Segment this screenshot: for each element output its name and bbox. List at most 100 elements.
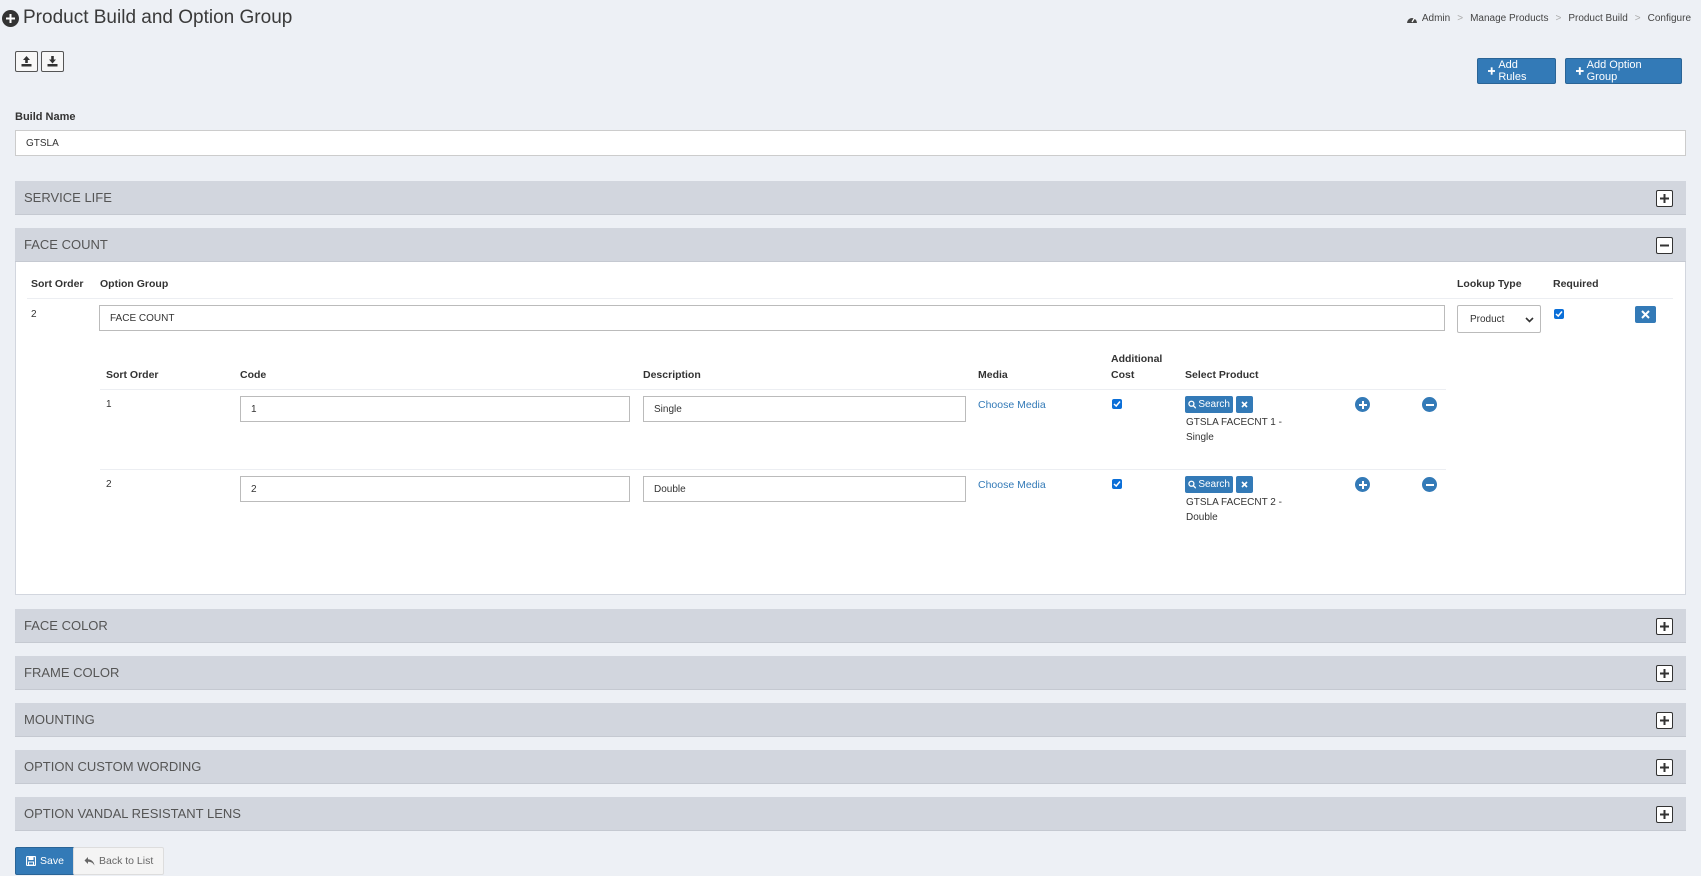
add-option-group-button[interactable]: Add Option Group: [1565, 58, 1682, 84]
breadcrumb-manage-products[interactable]: Manage Products: [1470, 13, 1548, 24]
header-select-product: Select Product: [1185, 369, 1259, 381]
header-option-group: Option Group: [100, 278, 169, 290]
reply-arrow-icon: [84, 857, 95, 866]
breadcrumb-admin[interactable]: Admin: [1422, 13, 1450, 24]
minus-icon: [1660, 244, 1669, 247]
plus-circle-icon: [2, 9, 19, 27]
selected-product-line: GTSLA FACECNT 2 -: [1186, 497, 1282, 508]
panel-face-color[interactable]: FACE COLOR: [15, 609, 1686, 643]
clear-product-button[interactable]: [1236, 396, 1253, 413]
panel-title: FRAME COLOR: [24, 665, 120, 680]
panel-mounting[interactable]: MOUNTING: [15, 703, 1686, 737]
choose-media-link[interactable]: Choose Media: [978, 399, 1046, 411]
option-code-input[interactable]: 2: [240, 476, 630, 502]
additional-cost-checkbox[interactable]: [1112, 399, 1122, 409]
page: Product Build and Option Group Admin > M…: [0, 0, 1701, 876]
collapse-button[interactable]: [1656, 237, 1673, 254]
search-product-button[interactable]: Search: [1185, 396, 1233, 413]
lookup-type-select[interactable]: Product: [1457, 305, 1541, 333]
option-description-input[interactable]: Double: [643, 476, 966, 502]
add-option-icon[interactable]: [1355, 477, 1370, 492]
panel-title: FACE COLOR: [24, 618, 108, 633]
required-checkbox[interactable]: [1554, 309, 1564, 319]
build-name-input[interactable]: GTSLA: [15, 130, 1686, 156]
divider: [100, 389, 1446, 390]
header-cost: Cost: [1111, 369, 1135, 381]
expand-button[interactable]: [1656, 190, 1673, 207]
clear-product-button[interactable]: [1236, 476, 1253, 493]
breadcrumb-separator: >: [1457, 13, 1464, 24]
expand-button[interactable]: [1656, 806, 1673, 823]
plus-icon: [1488, 67, 1496, 75]
header-lookup-type: Lookup Type: [1457, 278, 1522, 290]
check-icon: [1113, 481, 1121, 488]
option-group-input[interactable]: FACE COUNT: [99, 305, 1445, 331]
expand-button[interactable]: [1656, 759, 1673, 776]
remove-option-icon[interactable]: [1422, 477, 1437, 492]
selected-product: GTSLA FACECNT 1 - Single: [1186, 415, 1296, 445]
search-product-button[interactable]: Search: [1185, 476, 1233, 493]
add-option-icon[interactable]: [1355, 397, 1370, 412]
dashboard-icon: [1406, 14, 1418, 24]
header-option-sort-order: Sort Order: [106, 369, 159, 381]
search-label: Search: [1198, 479, 1230, 490]
option-sort-order: 2: [106, 479, 112, 490]
header-required: Required: [1553, 278, 1599, 290]
plus-icon: [1660, 669, 1669, 678]
upload-button[interactable]: [15, 51, 38, 72]
remove-group-button[interactable]: [1635, 306, 1656, 323]
option-sort-order: 1: [106, 399, 112, 410]
page-title-text: Product Build and Option Group: [23, 7, 293, 28]
close-icon: [1241, 481, 1248, 488]
panel-frame-color[interactable]: FRAME COLOR: [15, 656, 1686, 690]
breadcrumb-separator: >: [1634, 13, 1641, 24]
save-label: Save: [40, 855, 64, 867]
download-button[interactable]: [41, 51, 64, 72]
back-to-list-button[interactable]: Back to List: [73, 847, 165, 875]
panel-service-life[interactable]: SERVICE LIFE: [15, 181, 1686, 215]
io-buttons: [15, 51, 64, 72]
expand-button[interactable]: [1656, 618, 1673, 635]
expand-button[interactable]: [1656, 665, 1673, 682]
breadcrumb-configure: Configure: [1647, 13, 1691, 24]
remove-option-icon[interactable]: [1422, 397, 1437, 412]
chevron-down-icon: [1525, 317, 1534, 323]
panel-face-count[interactable]: FACE COUNT: [15, 228, 1686, 262]
choose-media-link[interactable]: Choose Media: [978, 479, 1046, 491]
search-icon: [1188, 400, 1197, 409]
plus-icon: [1660, 763, 1669, 772]
panel-title: FACE COUNT: [24, 237, 108, 252]
add-option-group-label: Add Option Group: [1586, 59, 1642, 83]
option-description-input[interactable]: Single: [643, 396, 966, 422]
search-icon: [1188, 480, 1197, 489]
plus-icon: [1576, 67, 1584, 75]
panel-option-custom-wording[interactable]: OPTION CUSTOM WORDING: [15, 750, 1686, 784]
selected-product-line: Double: [1186, 512, 1218, 523]
download-icon: [47, 56, 58, 67]
plus-icon: [1660, 716, 1669, 725]
group-sort-order: 2: [31, 309, 37, 320]
selected-product: GTSLA FACECNT 2 - Double: [1186, 495, 1296, 525]
upload-icon: [21, 56, 32, 67]
additional-cost-checkbox[interactable]: [1112, 479, 1122, 489]
panel-title: MOUNTING: [24, 712, 95, 727]
add-rules-button[interactable]: Add Rules: [1477, 58, 1556, 84]
lookup-type-value: Product: [1470, 313, 1505, 325]
save-button[interactable]: Save: [15, 847, 75, 875]
panel-face-count-body: Sort Order Option Group Lookup Type Requ…: [15, 262, 1686, 595]
breadcrumb-product-build[interactable]: Product Build: [1568, 13, 1627, 24]
header-additional: Additional: [1111, 353, 1163, 365]
plus-icon: [1660, 622, 1669, 631]
check-icon: [1113, 401, 1121, 408]
header-description: Description: [643, 369, 701, 381]
page-title: Product Build and Option Group: [2, 7, 292, 29]
divider: [27, 298, 1673, 299]
expand-button[interactable]: [1656, 712, 1673, 729]
panel-title: OPTION CUSTOM WORDING: [24, 759, 202, 774]
option-code-input[interactable]: 1: [240, 396, 630, 422]
close-icon: [1641, 310, 1650, 319]
panel-option-vandal-resistant-lens[interactable]: OPTION VANDAL RESISTANT LENS: [15, 797, 1686, 831]
header-code: Code: [240, 369, 267, 381]
build-name-label: Build Name: [15, 111, 76, 123]
add-rules-label: Add Rules: [1498, 59, 1527, 83]
